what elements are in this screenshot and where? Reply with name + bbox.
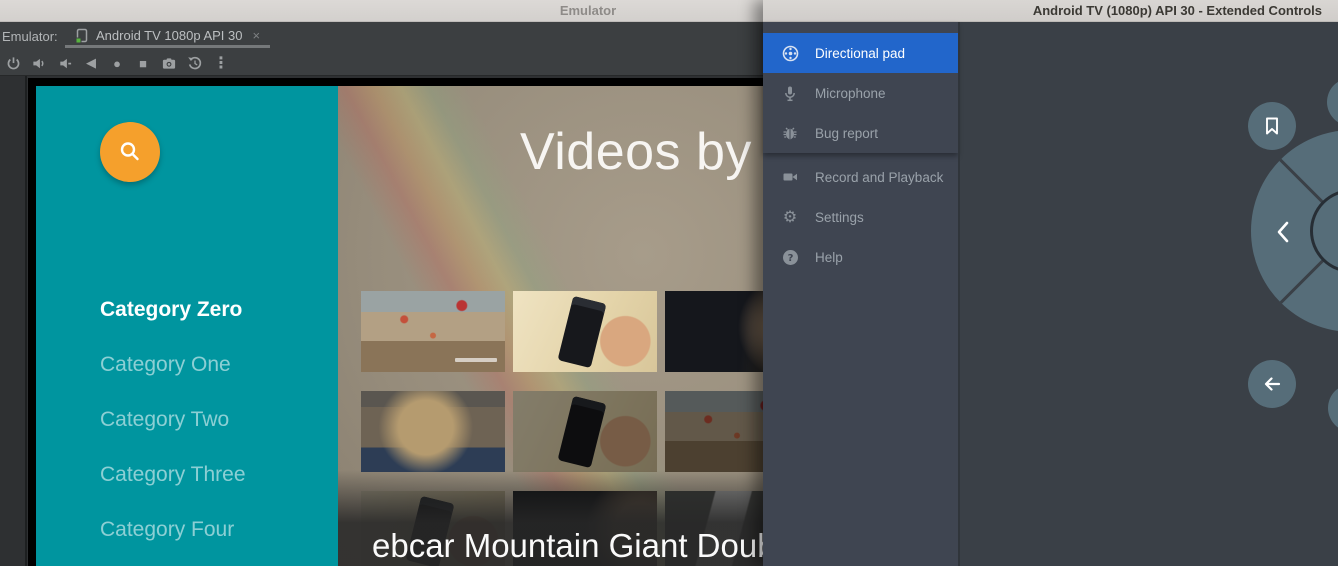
close-tab-icon[interactable]: × (248, 28, 260, 43)
menu-item-microphone[interactable]: Microphone (763, 73, 958, 113)
active-tab-underline (65, 45, 270, 48)
menu-item-label: Record and Playback (815, 170, 943, 185)
tv-category-sidebar: Category Zero Category One Category Two … (36, 86, 338, 566)
category-item[interactable]: Category Two (100, 392, 330, 447)
home-button[interactable]: ● (104, 52, 130, 74)
emulator-tab-strip-label: Emulator: (2, 29, 58, 44)
power-button[interactable] (0, 52, 26, 74)
help-icon: ? (781, 248, 799, 266)
volume-up-icon (31, 56, 47, 71)
volume-down-icon (57, 56, 73, 71)
category-item[interactable]: Category Three (100, 447, 330, 502)
back-icon: ◀ (86, 55, 96, 71)
menu-item-label: Microphone (815, 86, 886, 101)
category-item[interactable]: Category Four (100, 502, 330, 557)
volume-up-button[interactable] (26, 52, 52, 74)
extended-controls-title: Android TV (1080p) API 30 - Extended Con… (1033, 3, 1322, 18)
video-thumbnail[interactable] (665, 391, 763, 472)
emulator-device-tab[interactable]: Android TV 1080p API 30 × (75, 25, 260, 46)
menu-item-settings[interactable]: ⚙ Settings (763, 197, 958, 237)
directional-pad-panel: ⚙ (960, 22, 1338, 566)
bookmark-button[interactable] (1248, 102, 1296, 150)
browse-title: Videos by Y (520, 122, 763, 182)
gear-icon: ⚙ (781, 208, 799, 226)
chevron-left-icon (1276, 220, 1290, 244)
menu-item-label: Help (815, 250, 843, 265)
emulator-button-row: ◀ ● ■ (0, 50, 763, 76)
menu-item-directional-pad[interactable]: Directional pad (763, 33, 958, 73)
menu-item-record-playback[interactable]: Record and Playback (763, 157, 958, 197)
emulator-titlebar[interactable]: Emulator (0, 0, 763, 22)
snapshots-button[interactable] (182, 52, 208, 74)
video-row-title-clipped: ebcar Mountain Giant Double Hi... (372, 527, 763, 565)
extended-controls-menu: Directional pad Microphone (763, 22, 958, 566)
arrow-left-icon (1260, 372, 1284, 396)
dpad-control[interactable] (1251, 130, 1338, 332)
screenshot-button[interactable] (156, 52, 182, 74)
home-circle-icon: ● (113, 56, 121, 71)
menu-item-label: Settings (815, 210, 864, 225)
emulator-window: Emulator Emulator: Android TV 1080p API … (0, 0, 763, 566)
videocam-icon (781, 168, 799, 186)
overview-square-icon: ■ (139, 56, 147, 71)
snapshot-restore-icon (187, 55, 203, 71)
category-list: Category Zero Category One Category Two … (100, 282, 330, 566)
menu-item-bug-report[interactable]: Bug report (763, 113, 958, 153)
menu-item-label: Directional pad (815, 46, 905, 61)
menu-group-input: Directional pad Microphone (763, 22, 958, 153)
profile-button[interactable] (1327, 78, 1338, 126)
power-icon (6, 56, 21, 71)
video-thumbnail[interactable] (361, 391, 505, 472)
volume-down-button[interactable] (52, 52, 78, 74)
extended-controls-titlebar[interactable]: Android TV (1080p) API 30 - Extended Con… (763, 0, 1338, 22)
device-tab-label: Android TV 1080p API 30 (96, 28, 242, 43)
emulator-toolbar: Emulator: Android TV 1080p API 30 × (0, 22, 763, 76)
dpad-icon (781, 44, 799, 62)
pane-divider (25, 76, 27, 566)
emulator-window-title: Emulator (560, 3, 616, 18)
dpad-select-button[interactable] (1310, 189, 1338, 273)
search-button[interactable] (100, 122, 160, 182)
screen: Emulator Emulator: Android TV 1080p API … (0, 0, 1338, 566)
overview-button[interactable]: ■ (130, 52, 156, 74)
svg-text:?: ? (787, 253, 793, 264)
menu-group-tools: Record and Playback ⚙ Settings ? Help (763, 157, 958, 277)
extended-controls-window: Android TV (1080p) API 30 - Extended Con… (763, 0, 1338, 566)
menu-item-help[interactable]: ? Help (763, 237, 958, 277)
video-thumbnail[interactable] (361, 291, 505, 372)
video-thumbnail[interactable] (665, 291, 763, 372)
bug-icon (781, 124, 799, 142)
tv-browse-backdrop: Videos by Y (338, 86, 763, 566)
category-item[interactable]: Category One (100, 337, 330, 392)
back-button[interactable]: ◀ (78, 52, 104, 74)
menu-item-label: Bug report (815, 126, 878, 141)
more-options-button[interactable]: ⋮ (208, 52, 234, 74)
category-item-clipped[interactable]: Category Five (100, 557, 330, 566)
video-thumbnail[interactable] (513, 391, 657, 472)
video-row (361, 291, 763, 372)
home-button-remote[interactable] (1328, 384, 1338, 432)
tv-screen: Videos by Y (36, 86, 763, 566)
back-button-remote[interactable] (1248, 360, 1296, 408)
video-row (361, 391, 763, 472)
kebab-menu-icon: ⋮ (213, 53, 229, 73)
dpad-left-button[interactable] (1271, 220, 1295, 244)
microphone-icon (781, 84, 799, 102)
camera-icon (161, 56, 177, 71)
bookmark-icon (1260, 114, 1284, 138)
search-icon (116, 138, 144, 166)
video-thumbnail[interactable] (513, 291, 657, 372)
category-item[interactable]: Category Zero (100, 282, 330, 337)
device-icon (75, 28, 90, 44)
